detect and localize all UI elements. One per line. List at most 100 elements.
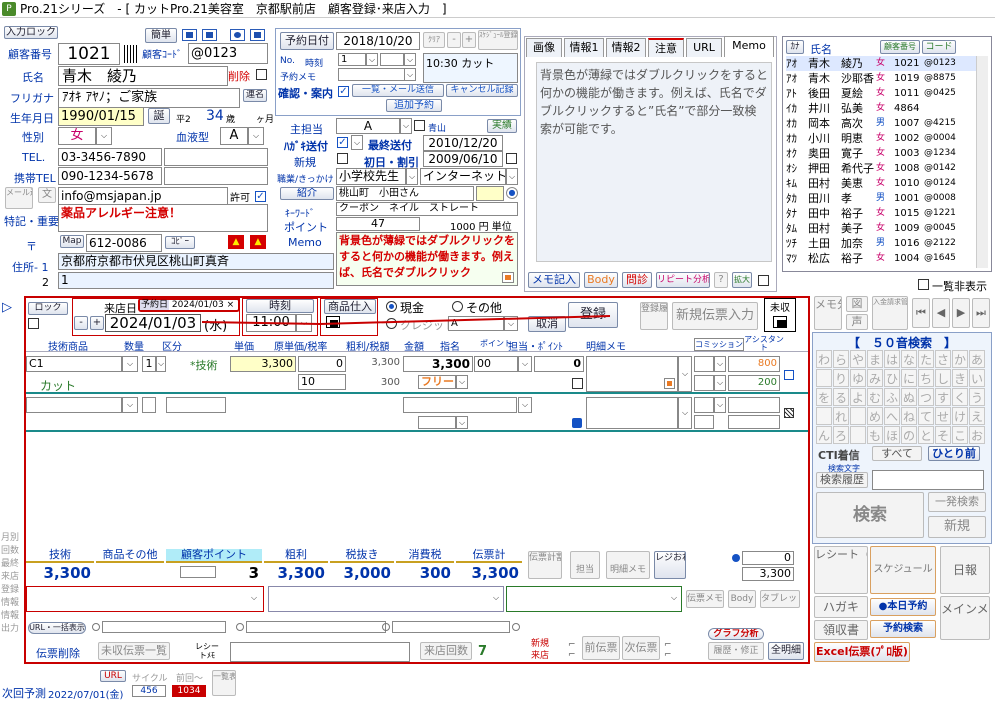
gender-dropdown-icon[interactable]: ⌵	[96, 127, 112, 145]
row2-nom-dropdown-icon[interactable]: ⌵	[518, 397, 532, 413]
toggle-3-icon[interactable]	[230, 29, 245, 41]
kana-key-1[interactable]: ら	[833, 350, 849, 368]
visit-minus-button[interactable]: -	[74, 316, 88, 330]
warning-1-icon[interactable]: ▲	[228, 235, 244, 249]
new-voucher-button[interactable]: 新規伝票入力	[672, 302, 758, 330]
map-button[interactable]: Map	[60, 235, 84, 248]
input-lock-button[interactable]: 入力ロック	[4, 26, 58, 39]
kana-key-0[interactable]: わ	[816, 350, 832, 368]
help-button[interactable]: ?	[714, 272, 728, 288]
row1-nom-dropdown-icon[interactable]: ⌵	[518, 356, 532, 372]
row2-com2-field[interactable]	[728, 415, 780, 429]
bottom-select-2-dropdown-icon[interactable]: ⌵	[490, 592, 502, 606]
figure-button[interactable]: 図	[846, 296, 868, 312]
gender-select[interactable]: 女	[58, 127, 96, 145]
url-radio-3[interactable]	[382, 623, 390, 631]
keyword-field[interactable]: クーポン ネイル ストレート	[336, 202, 518, 216]
row1-point-field[interactable]: 0	[534, 356, 584, 372]
row1-memo-dropdown-icon[interactable]: ⌵	[678, 356, 692, 392]
intro-option-icon[interactable]: ●	[506, 187, 518, 199]
receipt-memo-field[interactable]	[230, 642, 410, 662]
schedule-register-button[interactable]: ｽｹｼﾞｭｰﾙ登録	[478, 30, 518, 50]
list-item[interactable]: ﾀｶ 田川 孝 男 1001 @0008	[786, 191, 976, 206]
last-page-icon[interactable]: ⏭	[972, 298, 990, 328]
kana-key-6[interactable]: た	[918, 350, 934, 368]
simple-button[interactable]: 簡単	[145, 28, 177, 43]
kana-key-4[interactable]: は	[884, 350, 900, 368]
interview-button[interactable]: 問診	[622, 272, 652, 288]
row2-blue-icon[interactable]	[572, 418, 582, 428]
footer-url-button[interactable]: URL	[100, 670, 126, 682]
row1-free-field[interactable]: フリー	[418, 375, 456, 389]
voucher-arrows-icon[interactable]: ⌐ ⌐	[664, 640, 674, 662]
kana-field[interactable]: ｱｵｷ ｱﾔﾉ；ご家族	[58, 88, 240, 108]
row1-qty-dropdown-icon[interactable]: ⌵	[156, 356, 166, 372]
first-checkbox[interactable]	[506, 153, 517, 164]
receipt-guide-button[interactable]: レシート（Ｆ.４）案内	[814, 546, 868, 594]
reserve-no-select[interactable]: 1	[338, 53, 366, 66]
visit-count-button[interactable]: 来店回数	[420, 642, 472, 660]
row2-com-dropdown-icon[interactable]: ⌵	[714, 397, 726, 413]
row2-qty-field[interactable]	[142, 397, 156, 413]
tab-url[interactable]: URL	[686, 38, 722, 57]
reserve-minus-button[interactable]: -	[447, 32, 461, 48]
main-staff-dropdown-icon[interactable]: ⌵	[400, 118, 412, 134]
kana-key-7[interactable]: さ	[935, 350, 951, 368]
kana-key-25[interactable]: ぬ	[901, 388, 917, 406]
toggle-1-icon[interactable]	[182, 29, 197, 41]
era-button[interactable]: 誕	[148, 108, 170, 124]
staff-memo-field[interactable]: 背景色が薄緑ではダブルクリックをすると何かの機能が働きます。例えば、氏名でダブル…	[336, 232, 518, 286]
kana-key-3[interactable]: ま	[867, 350, 883, 368]
reserve-date-field[interactable]: 2018/10/20	[336, 32, 420, 50]
search-input[interactable]	[872, 470, 984, 490]
payment-request-button[interactable]: 入金請求管理(ﾌﾟﾛ版)	[872, 296, 908, 330]
row2-memo-dropdown-icon[interactable]: ⌵	[678, 397, 692, 429]
kana-key-9[interactable]: あ	[969, 350, 985, 368]
row1-checkbox[interactable]	[572, 378, 583, 389]
row1-com2-dropdown-icon[interactable]: ⌵	[714, 375, 726, 391]
list-item[interactable]: ｱｵ 青木 綾乃 女 1021 @0123	[786, 56, 976, 71]
reg-history-button[interactable]: 登録履歴	[640, 302, 668, 330]
memo-option-icon[interactable]	[502, 272, 514, 283]
row1-rate-field[interactable]: 10	[298, 374, 346, 390]
bottom-select-1[interactable]	[26, 586, 264, 612]
list-item[interactable]: ﾀﾑ 田村 美子 女 1009 @0045	[786, 221, 976, 236]
kana-key-40[interactable]: ん	[816, 426, 832, 444]
row2-memo-field[interactable]	[586, 397, 678, 429]
customer-code-field[interactable]: @0123	[188, 43, 268, 64]
kana-key-26[interactable]: つ	[918, 388, 934, 406]
actual-button[interactable]: 実績	[487, 119, 517, 133]
row1-price-field[interactable]: 3,300	[230, 356, 296, 372]
mobile-field[interactable]: 090-1234-5678	[58, 167, 162, 185]
cycle-count-field[interactable]: 456	[132, 685, 166, 697]
cancel-record-button[interactable]: キャンセル記録	[446, 84, 518, 97]
tab-caution[interactable]: 注意	[648, 38, 684, 57]
kana-key-12[interactable]: ゆ	[850, 369, 866, 387]
intro-extra-field[interactable]	[476, 186, 504, 201]
unpaid-list-button[interactable]: 未収伝票一覧	[98, 642, 170, 660]
list-item[interactable]: ﾂﾁ 土田 加奈 男 1016 @2122	[786, 236, 976, 251]
row2-flag-icon[interactable]	[784, 408, 794, 418]
special-field[interactable]: 薬品アレルギー注意！	[58, 204, 268, 232]
name-field[interactable]: 青木 綾乃	[58, 66, 228, 86]
next-page-icon[interactable]: ▶	[952, 298, 970, 328]
list-item[interactable]: ｱｵ 青木 沙耶香女 1019 @8875	[786, 71, 976, 86]
reserve-time-select[interactable]	[380, 53, 404, 66]
collapse-icon[interactable]: ▷	[2, 300, 20, 318]
kana-key-39[interactable]: え	[969, 407, 985, 425]
main-staff-select[interactable]: A	[336, 118, 400, 134]
lock-checkbox[interactable]	[28, 318, 39, 329]
kana-key-41[interactable]: ろ	[833, 426, 849, 444]
search-history-button[interactable]: 検索履歴	[816, 472, 868, 488]
list-item[interactable]: ﾀﾅ 田中 裕子 女 1015 @1221	[786, 206, 976, 221]
tab-memo[interactable]: Memo	[724, 36, 774, 57]
trigger-dropdown-icon[interactable]: ⌵	[506, 168, 518, 185]
kana-key-46[interactable]: と	[918, 426, 934, 444]
all-button[interactable]: すべて	[872, 446, 922, 461]
tel-field[interactable]: 03-3456-7890	[58, 148, 162, 166]
job-dropdown-icon[interactable]: ⌵	[406, 168, 418, 185]
row1-com1-field[interactable]: 800	[728, 356, 780, 372]
clear-button[interactable]: ｸﾘｱ	[423, 32, 445, 48]
reserve-plus-button[interactable]: +	[462, 32, 476, 48]
bottom-select-2[interactable]	[268, 586, 504, 612]
